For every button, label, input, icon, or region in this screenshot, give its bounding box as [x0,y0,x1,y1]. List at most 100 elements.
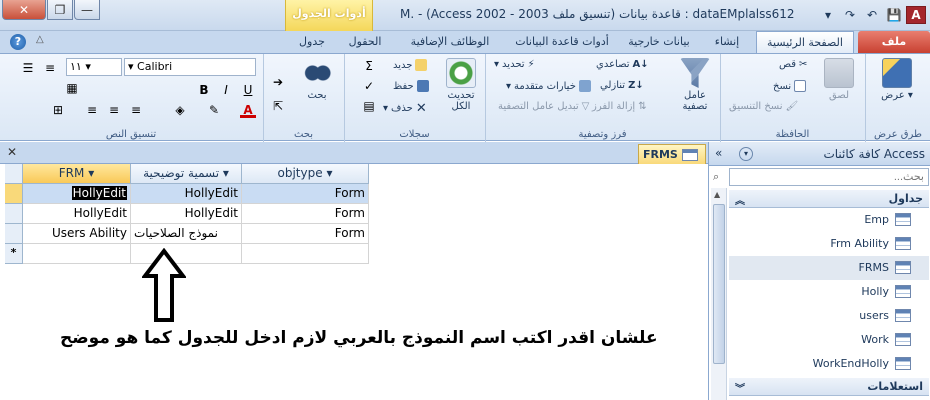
tab-create[interactable]: إنشاء [704,31,750,53]
nav-item-frm-ability[interactable]: Frm Ability [729,232,929,256]
toggle-filter-button[interactable]: تبديل عامل التصفية ▽ [498,101,589,112]
cut-button[interactable]: قص ✂ [779,59,807,70]
grid-lines-icon[interactable]: ▦ [64,80,80,96]
column-header-objtype[interactable]: objtype ▾ [242,164,369,184]
search-icon[interactable]: ⌕ [713,170,719,184]
font-size-select[interactable]: ١١ ▾ [66,58,122,76]
tab-home[interactable]: الصفحة الرئيسية [756,31,854,53]
cell-objtype-new[interactable] [242,244,369,264]
table-row[interactable]: HollyEdit HollyEdit Form [5,204,369,224]
cell-objtype[interactable]: Form [242,184,369,204]
nav-title[interactable]: كافة كائنات Access [823,147,925,161]
font-color-icon[interactable]: A [240,102,256,118]
paste-button[interactable]: لصق [819,58,859,101]
table-row[interactable]: Users Ability نموذج الصلاحيات Form [5,224,369,244]
fill-color-icon[interactable]: ◈ [172,102,188,118]
select-all-cell[interactable] [5,164,23,184]
column-header-frm[interactable]: FRM ▾ [23,164,131,184]
minimize-window-button[interactable]: — [74,0,100,20]
nav-search-input[interactable] [729,168,929,186]
cell-frm[interactable]: HollyEdit [23,204,131,224]
close-document-icon[interactable]: ✕ [7,145,17,159]
tab-fields[interactable]: الحقول [340,31,390,53]
scroll-up-icon[interactable]: ▲ [714,190,720,199]
cell-caption[interactable]: HollyEdit [131,184,242,204]
find-button[interactable]: بحث [296,58,338,101]
nav-item-workendholly[interactable]: WorkEndHolly [729,352,929,376]
spelling-icon[interactable]: ✓ [361,78,377,94]
refresh-all-button[interactable]: تحديث الكل [441,58,481,112]
more-records-icon[interactable]: ▤ [361,98,377,114]
nav-group-tables[interactable]: جداول ︽ [729,190,929,208]
row-selector[interactable] [5,224,23,244]
sort-ascending-button[interactable]: تصاعدي A↓ [596,59,649,70]
redo-icon[interactable]: ↷ [840,6,860,24]
save-icon[interactable]: 💾 [884,6,904,24]
align-right-icon[interactable]: ≡ [128,102,144,118]
document-tab-frms[interactable]: FRMS [638,144,706,164]
group-label-views: طرق عرض [874,129,922,140]
nav-scrollbar[interactable]: ▲ [711,188,727,400]
highlight-icon[interactable]: ✎ [206,102,222,118]
nav-item-emp[interactable]: Emp [729,208,929,232]
new-record-row[interactable]: * [5,244,369,264]
nav-group-queries[interactable]: استعلامات ︾ [729,378,929,396]
totals-icon[interactable]: Σ [361,58,377,74]
close-window-button[interactable]: ✕ [2,0,46,20]
access-app-icon[interactable]: A [906,6,926,24]
shutter-bar-icon[interactable]: « [715,146,722,160]
underline-button[interactable]: U [240,82,256,98]
nav-item-frms[interactable]: FRMS [729,256,929,280]
goto-icon[interactable]: ➔ [270,74,286,90]
font-name-select[interactable]: ▾ Calibri [124,58,256,76]
italic-button[interactable]: I [218,82,234,98]
delete-record-button[interactable]: ▾ حذف ✕ [383,101,427,116]
filter-button[interactable]: عامل تصفية [674,58,716,112]
selection-filter-button[interactable]: ▾ تحديد ⚡ [494,59,535,70]
datasheet-grid-icon[interactable]: ⊞ [50,102,66,118]
nav-menu-icon[interactable]: ▾ [739,147,753,161]
copy-button[interactable]: نسخ [773,80,807,92]
align-center-icon[interactable]: ≡ [106,102,122,118]
cell-caption[interactable]: HollyEdit [131,204,242,224]
undo-icon[interactable]: ↶ [862,6,882,24]
tab-file[interactable]: ملف [858,31,930,53]
nav-item-holly[interactable]: Holly [729,280,929,304]
qat-dropdown-icon[interactable]: ▾ [818,6,838,24]
bold-button[interactable]: B [196,82,212,98]
cell-frm-new[interactable] [23,244,131,264]
row-selector[interactable] [5,204,23,224]
view-button[interactable]: عرض ▾ [874,58,920,101]
scroll-thumb[interactable] [713,204,725,364]
row-selector[interactable] [5,184,23,204]
cell-objtype[interactable]: Form [242,204,369,224]
sort-descending-button[interactable]: تنازلي Z↓ [600,80,644,91]
select-icon[interactable]: ⇱ [270,98,286,114]
table-row[interactable]: HollyEdit HollyEdit Form [5,184,369,204]
advanced-filter-button[interactable]: ▾ خيارات متقدمة [506,80,591,92]
nav-item-work[interactable]: Work [729,328,929,352]
table-tools-context-label: أدوات الجدول [285,0,373,31]
save-record-button[interactable]: حفظ [393,80,429,92]
nav-item-users[interactable]: users [729,304,929,328]
format-painter-button[interactable]: نسخ التنسيق 🖌 [729,101,798,112]
cell-frm[interactable]: Users Ability [23,224,131,244]
tab-addins[interactable]: الوظائف الإضافية [398,31,502,53]
help-icon[interactable]: ? [10,34,26,50]
minimize-ribbon-icon[interactable]: △ [36,34,44,45]
numbering-icon[interactable]: ≡ [42,60,58,76]
tab-table[interactable]: جدول [290,31,334,53]
cell-objtype[interactable]: Form [242,224,369,244]
tab-database-tools[interactable]: أدوات قاعدة البيانات [508,31,616,53]
tab-external-data[interactable]: بيانات خارجية [622,31,696,53]
list-options-icon[interactable]: ☰ [20,60,36,76]
new-record-button[interactable]: جديد [393,59,428,71]
align-left-icon[interactable]: ≡ [84,102,100,118]
cell-frm[interactable]: HollyEdit [23,184,131,204]
new-row-marker: * [5,244,23,264]
cell-caption[interactable]: نموذج الصلاحيات [131,224,242,244]
column-header-caption[interactable]: تسمية توضيحية ▾ [131,164,242,184]
maximize-window-button[interactable]: ❐ [47,0,73,20]
remove-sort-button[interactable]: إزالة الفرز ⇅ [592,101,647,112]
group-clipboard: قص ✂ نسخ نسخ التنسيق 🖌 لصق الحافظة [720,54,864,142]
